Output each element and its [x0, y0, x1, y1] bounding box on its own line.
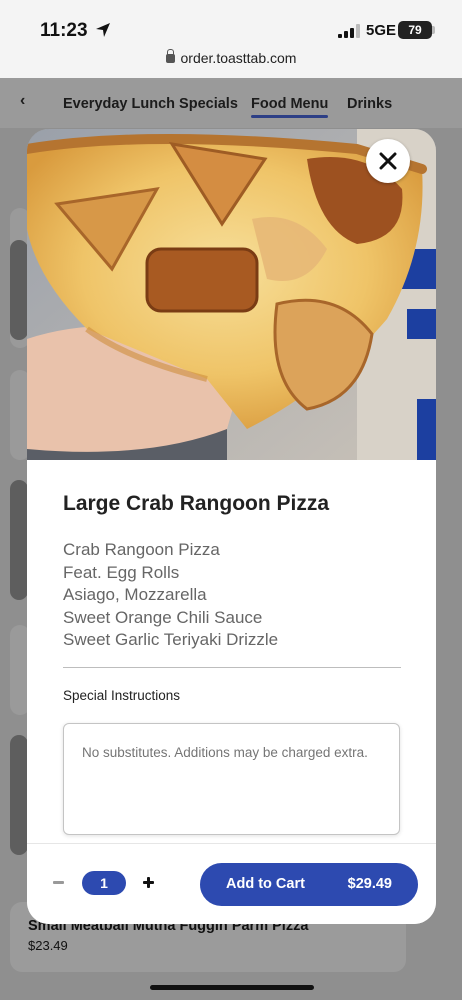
signal-icon	[338, 24, 360, 38]
decrease-quantity-button[interactable]	[51, 874, 67, 890]
location-arrow-icon	[96, 23, 110, 37]
close-icon	[379, 152, 397, 170]
address-bar[interactable]: order.toasttab.com	[0, 49, 462, 66]
tab-drinks[interactable]: Drinks	[347, 96, 392, 112]
modal-footer: 1 Add to Cart $29.49	[27, 843, 436, 924]
battery-tip	[432, 26, 435, 34]
lock-icon	[165, 49, 175, 63]
nav-back-button[interactable]: ‹	[20, 92, 25, 110]
quantity-value: 1	[82, 871, 126, 895]
menu-item-thumbnail	[10, 735, 28, 855]
menu-item-price: $23.49	[28, 938, 68, 953]
item-photo	[27, 129, 436, 460]
description-line: Feat. Egg Rolls	[63, 562, 180, 582]
description-line: Sweet Orange Chili Sauce	[63, 607, 263, 627]
item-detail-modal: Large Crab Rangoon Pizza Crab Rangoon Pi…	[27, 129, 436, 924]
tab-everyday-lunch-specials[interactable]: Everyday Lunch Specials	[63, 96, 238, 112]
item-title: Large Crab Rangoon Pizza	[63, 492, 330, 515]
increase-quantity-button[interactable]	[141, 874, 157, 890]
description-line: Sweet Garlic Teriyaki Drizzle	[63, 630, 279, 649]
add-to-cart-price: $29.49	[347, 876, 392, 892]
menu-item-thumbnail	[10, 480, 28, 600]
add-to-cart-button[interactable]: Add to Cart $29.49	[200, 863, 418, 906]
status-bar: 11:23 5GE 79 order.toasttab.com	[0, 0, 462, 78]
tab-food-menu[interactable]: Food Menu	[251, 96, 329, 118]
item-description: Crab Rangoon Pizza Feat. Egg Rolls Asiag…	[63, 539, 278, 652]
network-label: 5GE	[366, 22, 397, 39]
status-time: 11:23	[40, 20, 88, 41]
description-line: Asiago, Mozzarella	[63, 585, 207, 604]
special-instructions-input[interactable]	[63, 723, 400, 835]
close-button[interactable]	[366, 139, 410, 183]
home-indicator	[150, 985, 314, 990]
url-text: order.toasttab.com	[180, 50, 297, 66]
special-instructions-label: Special Instructions	[63, 688, 181, 703]
battery-icon: 79	[398, 21, 432, 39]
category-nav: ‹ Everyday Lunch Specials Food Menu Drin…	[0, 78, 462, 128]
description-line: Crab Rangoon Pizza	[63, 540, 220, 559]
section-divider	[63, 667, 401, 668]
menu-item-thumbnail	[10, 240, 28, 340]
add-to-cart-label: Add to Cart	[226, 876, 305, 892]
